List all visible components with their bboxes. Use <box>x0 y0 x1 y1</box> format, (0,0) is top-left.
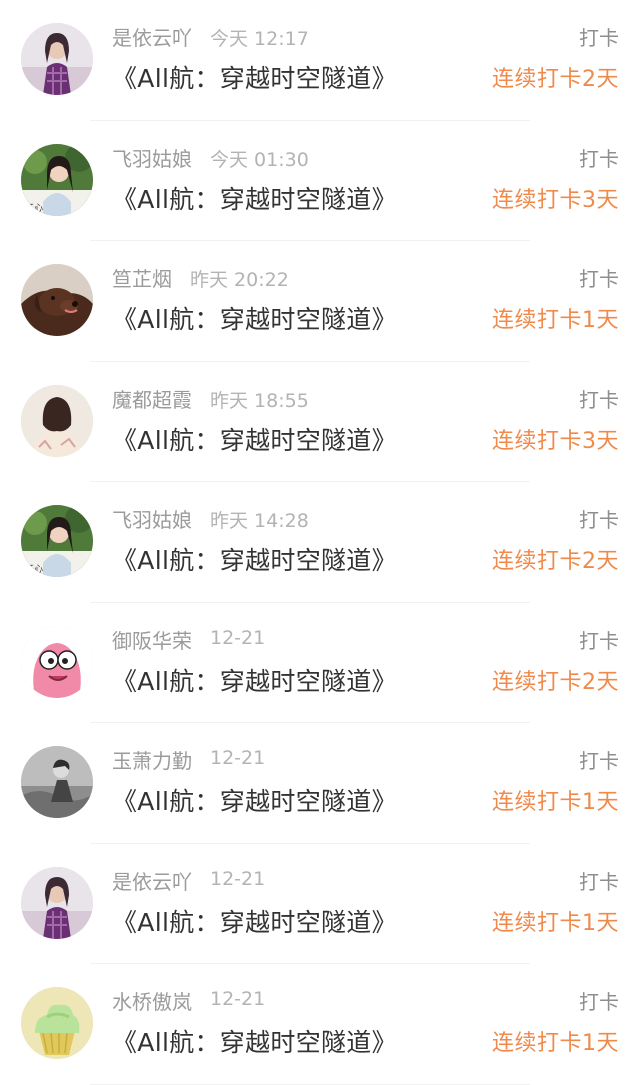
streak-label: 连续打卡2天 <box>492 549 619 574</box>
avatar-girl-plaid[interactable] <box>21 23 93 95</box>
post-time: 今天 12:17 <box>210 28 309 50</box>
username[interactable]: 飞羽姑娘 <box>112 143 192 172</box>
book-title[interactable]: 《All航：穿越时空隧道》 <box>112 1023 397 1059</box>
avatar-girl-green[interactable]: 开心 <box>21 505 93 577</box>
checkin-label: 打卡 <box>579 990 619 1014</box>
username[interactable]: 飞羽姑娘 <box>112 504 192 533</box>
checkin-label: 打卡 <box>579 26 619 50</box>
streak-label: 连续打卡2天 <box>492 67 619 92</box>
post-time: 12-21 <box>210 626 266 649</box>
streak-label: 连续打卡1天 <box>492 790 619 815</box>
book-title[interactable]: 《All航：穿越时空隧道》 <box>112 541 397 577</box>
feed-row[interactable]: 开心 飞羽姑娘 今天 01:30 打卡《All航：穿越时空隧道》 连续打卡3天 <box>0 121 640 241</box>
checkin-label: 打卡 <box>579 387 619 412</box>
checkin-feed: 是依云吖 今天 12:17 打卡 《All航：穿越时空隧道》 连续打卡2天 开心 飞羽姑… <box>0 0 640 1085</box>
post-time: 12-21 <box>210 867 266 890</box>
book-title[interactable]: 《All航：穿越时空隧道》 <box>112 903 397 939</box>
row-divider <box>90 1083 530 1085</box>
checkin-label: 打卡 <box>579 749 619 773</box>
avatar-cartoon-starfish[interactable] <box>21 625 93 698</box>
book-title[interactable]: 《All航：穿越时空隧道》 <box>112 59 397 95</box>
checkin-label: 打卡 <box>579 869 619 894</box>
streak-label: 连续打卡3天 <box>492 428 619 454</box>
username[interactable]: 是依云吖 <box>112 866 192 895</box>
book-title[interactable]: 《All航：穿越时空隧道》 <box>112 180 397 216</box>
feed-row[interactable]: 是依云吖 今天 12:17 打卡《All航：穿越时空隧道》 连续打卡2天 <box>0 0 640 121</box>
streak-label: 连续打卡1天 <box>492 1031 619 1056</box>
feed-row[interactable]: 玉萧力勤 12-21 打卡《All航：穿越时空隧道》 连续打卡1天 <box>0 723 640 844</box>
book-title[interactable]: 《All航：穿越时空隧道》 <box>112 421 397 457</box>
streak-label: 连续打卡2天 <box>492 669 619 695</box>
username[interactable]: 玉萧力勤 <box>112 745 192 774</box>
post-time: 昨天 18:55 <box>210 389 309 412</box>
book-title[interactable]: 《All航：穿越时空隧道》 <box>112 662 397 698</box>
username[interactable]: 水桥傲岚 <box>112 986 192 1015</box>
post-time: 昨天 20:22 <box>190 269 289 291</box>
avatar-cupcake[interactable] <box>21 987 93 1059</box>
username[interactable]: 笪芷烟 <box>112 263 172 292</box>
feed-row[interactable]: 水桥傲岚 12-21 打卡《All航：穿越时空隧道》 连续打卡1天 <box>0 964 640 1085</box>
streak-label: 连续打卡1天 <box>492 910 619 936</box>
streak-label: 连续打卡1天 <box>492 308 619 333</box>
checkin-label: 打卡 <box>579 267 619 291</box>
username[interactable]: 魔都超霞 <box>112 384 192 413</box>
post-time: 12-21 <box>210 747 266 769</box>
post-time: 昨天 14:28 <box>210 510 309 532</box>
avatar-caption: 开心 <box>25 564 43 575</box>
post-time: 12-21 <box>210 988 266 1010</box>
avatar-girl-back[interactable] <box>21 384 93 457</box>
book-title[interactable]: 《All航：穿越时空隧道》 <box>112 300 397 336</box>
feed-row[interactable]: 笪芷烟 昨天 20:22 打卡《All航：穿越时空隧道》 连续打卡1天 <box>0 241 640 362</box>
username[interactable]: 是依云吖 <box>112 22 192 51</box>
avatar-girl-plaid[interactable] <box>21 866 93 939</box>
username[interactable]: 御阪华荣 <box>112 625 192 654</box>
post-time: 今天 01:30 <box>210 148 309 171</box>
avatar-dog[interactable] <box>21 264 93 336</box>
feed-row[interactable]: 是依云吖 12-21 打卡《All航：穿越时空隧道》 连续打卡1天 <box>0 844 640 964</box>
checkin-label: 打卡 <box>579 508 619 532</box>
streak-label: 连续打卡3天 <box>492 187 619 213</box>
avatar-caption: 开心 <box>25 203 43 214</box>
book-title[interactable]: 《All航：穿越时空隧道》 <box>112 782 397 818</box>
avatar-bw-photo[interactable] <box>21 746 93 818</box>
feed-row[interactable]: 开心 飞羽姑娘 昨天 14:28 打卡《All航：穿越时空隧道》 连续打卡2天 <box>0 482 640 603</box>
checkin-label: 打卡 <box>579 146 619 171</box>
checkin-label: 打卡 <box>579 628 619 653</box>
feed-row[interactable]: 御阪华荣 12-21 打卡《All航：穿越时空隧道》 连续打卡2天 <box>0 603 640 723</box>
feed-row[interactable]: 魔都超霞 昨天 18:55 打卡《All航：穿越时空隧道》 连续打卡3天 <box>0 362 640 482</box>
avatar-girl-green[interactable]: 开心 <box>21 143 93 216</box>
